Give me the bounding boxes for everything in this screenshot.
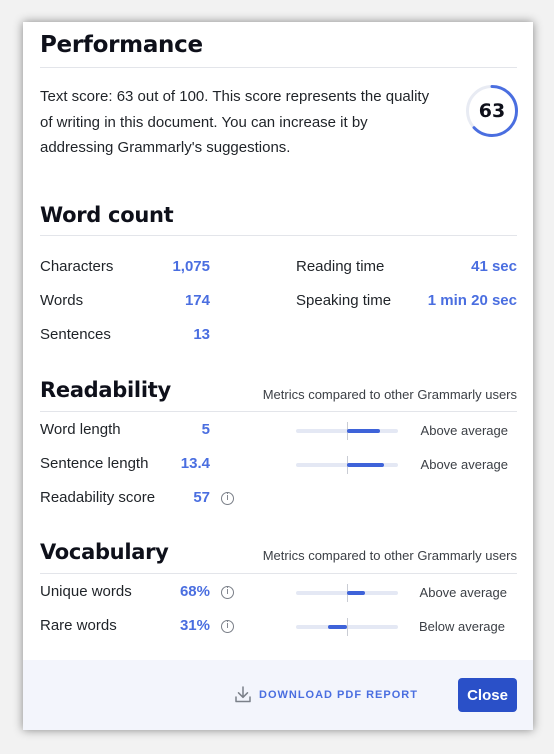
score-ring: 63 [463,82,521,140]
word-length-comparison: Above average [420,423,508,438]
performance-divider [40,67,517,68]
readability-score-label: Readability score [40,489,156,506]
download-pdf-report-label: DOWNLOAD PDF REPORT [259,688,418,701]
modal-footer: DOWNLOAD PDF REPORT Close [23,660,533,730]
average-marker [347,618,348,636]
readability-score-value: 57 [193,489,210,506]
sentence-length-label: Sentence length [40,455,149,472]
reading-time-value: 41 sec [471,258,517,275]
word-length-bar-fill [347,429,380,433]
word-count-title: Word count [40,203,174,227]
sentence-length-bar-fill [347,463,384,467]
rare-words-comparison: Below average [419,619,505,634]
unique-words-bar-fill [347,591,366,595]
readability-divider [40,411,517,412]
word-length-value: 5 [201,421,210,438]
speaking-time-label: Speaking time [296,292,392,309]
words-value: 174 [184,292,210,309]
words-label: Words [40,292,84,309]
unique-words-value: 68% [179,583,210,600]
speaking-time-value: 1 min 20 sec [427,292,517,309]
rare-words-bar [296,618,398,636]
download-icon [235,686,251,703]
unique-words-comparison: Above average [419,585,507,600]
word-length-bar [296,422,398,440]
score-description: Text score: 63 out of 100. This score re… [40,88,430,156]
rare-words-label: Rare words [40,617,117,634]
readability-title: Readability [40,378,171,402]
characters-label: Characters [40,258,114,275]
info-icon[interactable]: i [221,620,234,633]
sentence-length-bar [296,456,398,474]
word-count-divider [40,235,517,236]
vocabulary-title: Vocabulary [40,540,169,564]
word-length-label: Word length [40,421,121,438]
sentence-length-comparison: Above average [420,457,508,472]
sentences-value: 13 [193,326,210,343]
performance-modal: Performance Text score: 63 out of 100. T… [23,22,533,730]
vocabulary-divider [40,573,517,574]
unique-words-bar [296,584,398,602]
rare-words-bar-fill [327,625,347,629]
score-value: 63 [478,100,506,122]
vocabulary-note: Metrics compared to other Grammarly user… [262,548,517,563]
sentences-label: Sentences [40,326,111,343]
rare-words-value: 31% [179,617,210,634]
info-icon[interactable]: i [221,492,234,505]
download-pdf-report-button[interactable]: DOWNLOAD PDF REPORT [235,686,418,703]
readability-note: Metrics compared to other Grammarly user… [262,387,517,402]
info-icon[interactable]: i [221,586,234,599]
unique-words-label: Unique words [40,583,132,600]
reading-time-label: Reading time [296,258,385,275]
sentence-length-value: 13.4 [180,455,210,472]
performance-title: Performance [40,32,203,58]
characters-value: 1,075 [172,258,210,275]
close-button[interactable]: Close [458,678,517,712]
